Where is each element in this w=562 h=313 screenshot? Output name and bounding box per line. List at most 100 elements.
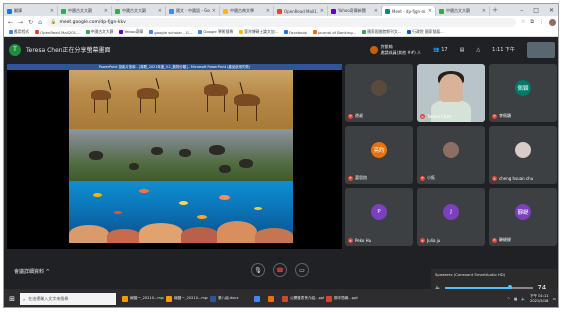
- participants-button[interactable]: 👥 17: [433, 47, 448, 53]
- tab-close-icon[interactable]: ×: [158, 8, 162, 14]
- current-user: 許凱翰 邀請成員(其他 ##) 人: [369, 43, 421, 56]
- tab-close-icon[interactable]: ×: [104, 8, 108, 14]
- participant-avatar: 靜緹: [515, 204, 531, 221]
- tab-close-icon[interactable]: ×: [482, 8, 486, 14]
- taskbar-item[interactable]: 線圖一_20210...mp4: [164, 289, 208, 307]
- bookmark-item[interactable]: 國家圖書館期刊文...: [362, 29, 401, 35]
- windows-start-icon[interactable]: ⊞: [4, 289, 20, 307]
- browser-tab[interactable]: Meet - dp-fjgn-m... ×: [382, 6, 436, 16]
- bookmark-item[interactable]: 行政院 國家發展...: [407, 29, 444, 35]
- taskbar-item[interactable]: 線圖一_20210...mp4: [120, 289, 164, 307]
- participant-tile[interactable]: ✕ Teresa Chen: [417, 64, 485, 122]
- menu-dots-icon[interactable]: ⋮: [539, 19, 544, 26]
- bookmark-item[interactable]: Journal of Banking...: [313, 30, 356, 35]
- taskbar-clock[interactable]: 下午 01:11 2021/5/18: [530, 294, 549, 304]
- bookmark-item[interactable]: 中國古文大觀: [85, 29, 113, 35]
- tray-chevron-icon[interactable]: ^: [507, 297, 510, 301]
- participant-tile[interactable]: 亮昀 ✕ 蕭思鈞: [345, 126, 413, 184]
- address-input[interactable]: 🔒 meet.google.com/dp-fjgn-kkv: [46, 17, 516, 27]
- maximize-icon[interactable]: □: [533, 7, 539, 14]
- reload-icon[interactable]: ↻: [28, 19, 33, 26]
- star-icon[interactable]: ☆: [521, 19, 525, 26]
- bookmark-item[interactable]: Yahoo奇摩: [119, 29, 143, 35]
- browser-tab[interactable]: 中國古文大觀 ×: [436, 6, 490, 16]
- taskbar-item[interactable]: 第八組.docx: [208, 289, 252, 307]
- browser-tab[interactable]: 中國古文大觀 ×: [112, 6, 166, 16]
- lock-icon: 🔒: [50, 19, 57, 25]
- participant-tile[interactable]: J ✕ Julia ju: [417, 188, 485, 246]
- notification-icon[interactable]: ▭: [553, 297, 556, 301]
- tab-close-icon[interactable]: ×: [320, 8, 324, 14]
- browser-tab[interactable]: 中國古文大觀 ×: [58, 6, 112, 16]
- activities-button[interactable]: △: [476, 47, 480, 53]
- bookmark-item[interactable]: google scholar - G...: [149, 30, 192, 35]
- phone-hangup-icon: ☎: [276, 266, 284, 274]
- taskbar-app-icon: [254, 295, 260, 302]
- volume-icon[interactable]: 🔈: [521, 297, 525, 301]
- bookmark-favicon-icon: [35, 30, 40, 34]
- browser-tab[interactable]: 翻譯 ×: [4, 6, 58, 16]
- participant-video-person: [439, 74, 463, 102]
- clock-time: 下午 01:11: [529, 294, 549, 298]
- user-name: 許凱翰: [380, 43, 393, 49]
- taskbar-search-input[interactable]: ⌕ 在這裡輸入文字來搜尋: [20, 293, 116, 305]
- camera-button[interactable]: ▭: [295, 263, 309, 277]
- close-icon[interactable]: ✕: [549, 7, 554, 14]
- slide-image-antelopes: [69, 70, 293, 129]
- tab-close-icon[interactable]: ×: [50, 8, 54, 14]
- meeting-details-button[interactable]: 會議詳細資料 ^: [14, 268, 50, 275]
- profile-avatar[interactable]: [549, 18, 556, 26]
- browser-tab[interactable]: 國文 - 中國語 - Goo...×: [166, 6, 220, 16]
- tab-close-icon[interactable]: ×: [428, 8, 432, 14]
- taskbar-item[interactable]: 期中簡報...ppt: [324, 289, 368, 307]
- participant-name-row: ✕ Teresa Chen: [420, 114, 451, 119]
- bookmark-item[interactable]: OpenRead Mail201...: [35, 29, 80, 35]
- tab-close-icon[interactable]: ×: [212, 8, 216, 14]
- browser-tab[interactable]: OpenRead Mail1... ×: [274, 6, 328, 16]
- home-icon[interactable]: ⌂: [38, 19, 42, 26]
- back-icon[interactable]: ←: [8, 19, 13, 26]
- tab-close-icon[interactable]: ×: [374, 8, 378, 14]
- mic-off-icon: ✕: [348, 238, 353, 243]
- participant-tile[interactable]: 靜緹 ✕ 靜緹緹: [489, 188, 557, 246]
- bookmark-item[interactable]: Facebook: [284, 30, 307, 35]
- bookmark-item[interactable]: Google 學術搜尋: [198, 29, 233, 35]
- browser-tab[interactable]: Yahoo奇摩新聞 ×: [328, 6, 382, 16]
- mic-off-icon: ✕: [420, 114, 425, 119]
- forward-icon[interactable]: →: [18, 19, 23, 26]
- new-tab-icon[interactable]: +: [490, 6, 500, 14]
- tab-label: Yahoo奇摩新聞: [338, 8, 366, 13]
- bookmark-label: OpenRead Mail201...: [40, 29, 80, 35]
- participant-tile[interactable]: P ✕ Peko Hu: [345, 188, 413, 246]
- taskbar-item[interactable]: [266, 289, 280, 307]
- participant-tile[interactable]: ✕ 遊叔: [345, 64, 413, 122]
- bookmark-item[interactable]: 臺灣博碩士論文加...: [239, 29, 278, 35]
- participant-tile[interactable]: ✕ cheng hsuan chu: [489, 126, 557, 184]
- participant-name: 小鈺: [427, 175, 435, 180]
- self-view-thumbnail[interactable]: [527, 41, 555, 58]
- leave-call-button[interactable]: ☎: [273, 263, 287, 277]
- participant-name: Julia ju: [427, 238, 441, 243]
- taskbar-item[interactable]: 公開發表會介紹...ppt: [280, 289, 324, 307]
- bookmark-item[interactable]: 應用程式: [9, 29, 29, 35]
- participant-tile[interactable]: ✕ 小鈺: [417, 126, 485, 184]
- meet-header: T Teresa Chen正在分享螢幕畫面 許凱翰 邀請成員(其他 ##) 人 …: [4, 37, 558, 62]
- participant-name-row: ✕ cheng hsuan chu: [492, 176, 533, 181]
- network-icon[interactable]: ▦: [514, 297, 517, 301]
- extension-icon[interactable]: ⧉: [530, 19, 534, 26]
- shapes-icon: △: [476, 46, 481, 53]
- participant-name: 靜緹緹: [499, 237, 511, 242]
- mic-button[interactable]: 🎙: [251, 263, 265, 277]
- participant-tile[interactable]: 佩穎 ✕ 李佩穎: [489, 64, 557, 122]
- browser-tab[interactable]: 中國古典文學 ×: [220, 6, 274, 16]
- meeting-details-label: 會議詳細資料 ^: [14, 268, 50, 275]
- taskbar-item[interactable]: [252, 289, 266, 307]
- minimize-icon[interactable]: –: [520, 7, 523, 14]
- participant-name: cheng hsuan chu: [499, 176, 534, 181]
- chat-button[interactable]: ▤: [460, 47, 465, 53]
- chat-icon: ▤: [459, 46, 465, 53]
- tab-favicon-icon: [385, 8, 390, 14]
- participant-name: 蕭思鈞: [355, 175, 367, 180]
- bookmark-label: 國家圖書館期刊文...: [367, 29, 402, 34]
- tab-close-icon[interactable]: ×: [266, 8, 270, 14]
